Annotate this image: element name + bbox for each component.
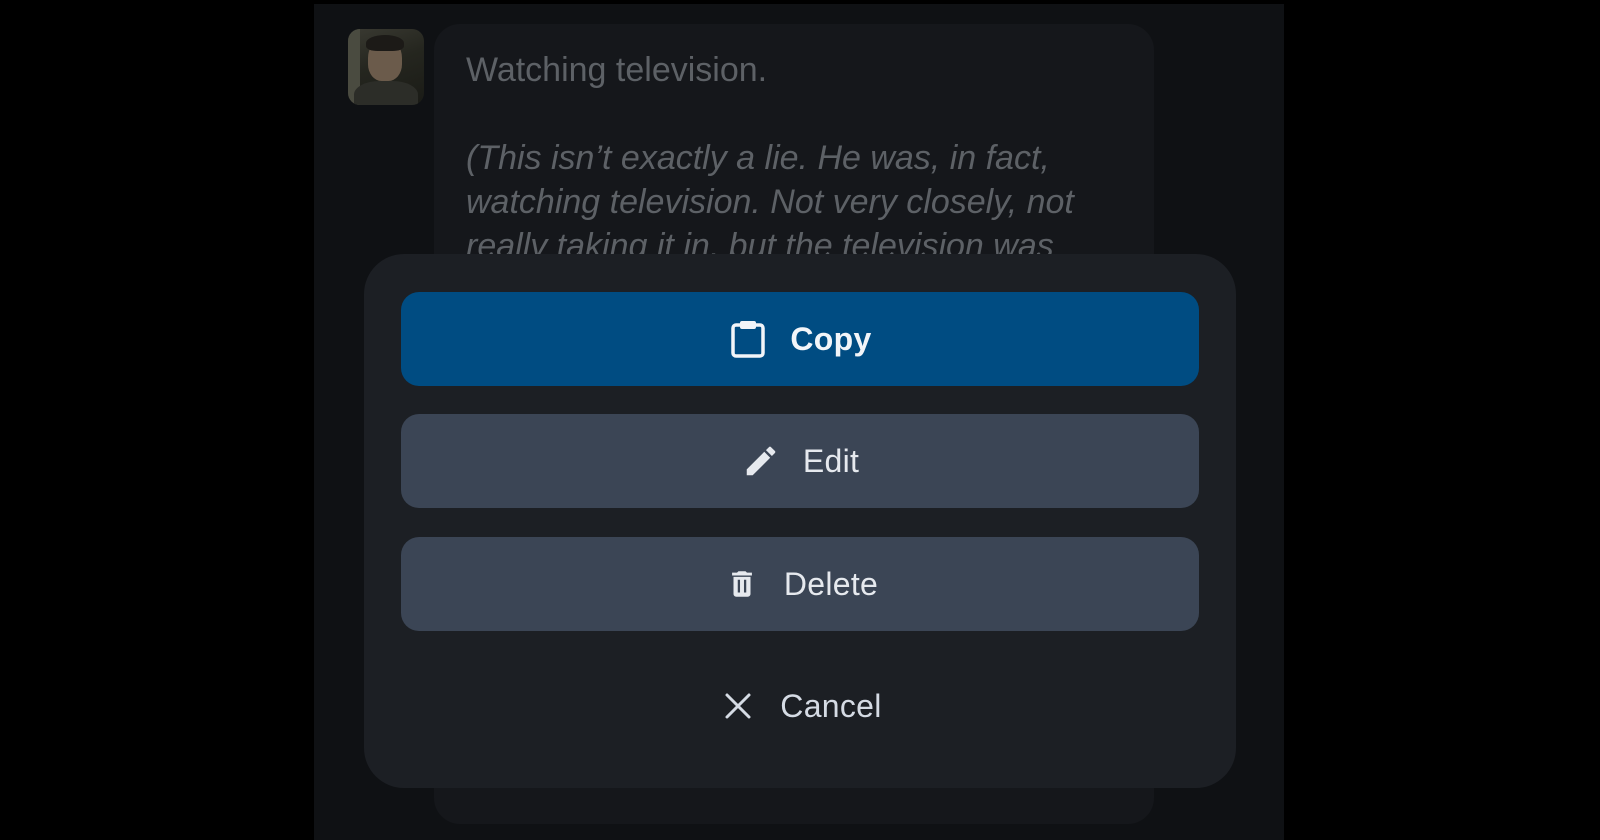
clipboard-icon [728, 319, 768, 359]
close-icon [718, 686, 758, 726]
pencil-icon [741, 441, 781, 481]
message-line: Watching television. [466, 51, 768, 89]
copy-label: Copy [790, 320, 872, 357]
delete-button[interactable]: Delete [401, 537, 1199, 631]
trash-icon [722, 564, 762, 604]
message-actions-sheet: Copy Edit Delete Cancel [364, 254, 1236, 788]
edit-label: Edit [802, 442, 860, 479]
copy-button[interactable]: Copy [401, 292, 1199, 386]
message-italic-line: (This isn’t exactly a lie. He was, in fa… [466, 139, 1050, 177]
delete-label: Delete [783, 565, 879, 602]
cancel-label: Cancel [780, 687, 882, 724]
message-italic-line: watching television. Not very closely, n… [466, 183, 1074, 221]
edit-button[interactable]: Edit [401, 414, 1199, 508]
avatar[interactable] [348, 29, 424, 105]
cancel-button[interactable]: Cancel [401, 659, 1199, 753]
message-text: Watching television. (This isn’t exactly… [466, 48, 1146, 268]
